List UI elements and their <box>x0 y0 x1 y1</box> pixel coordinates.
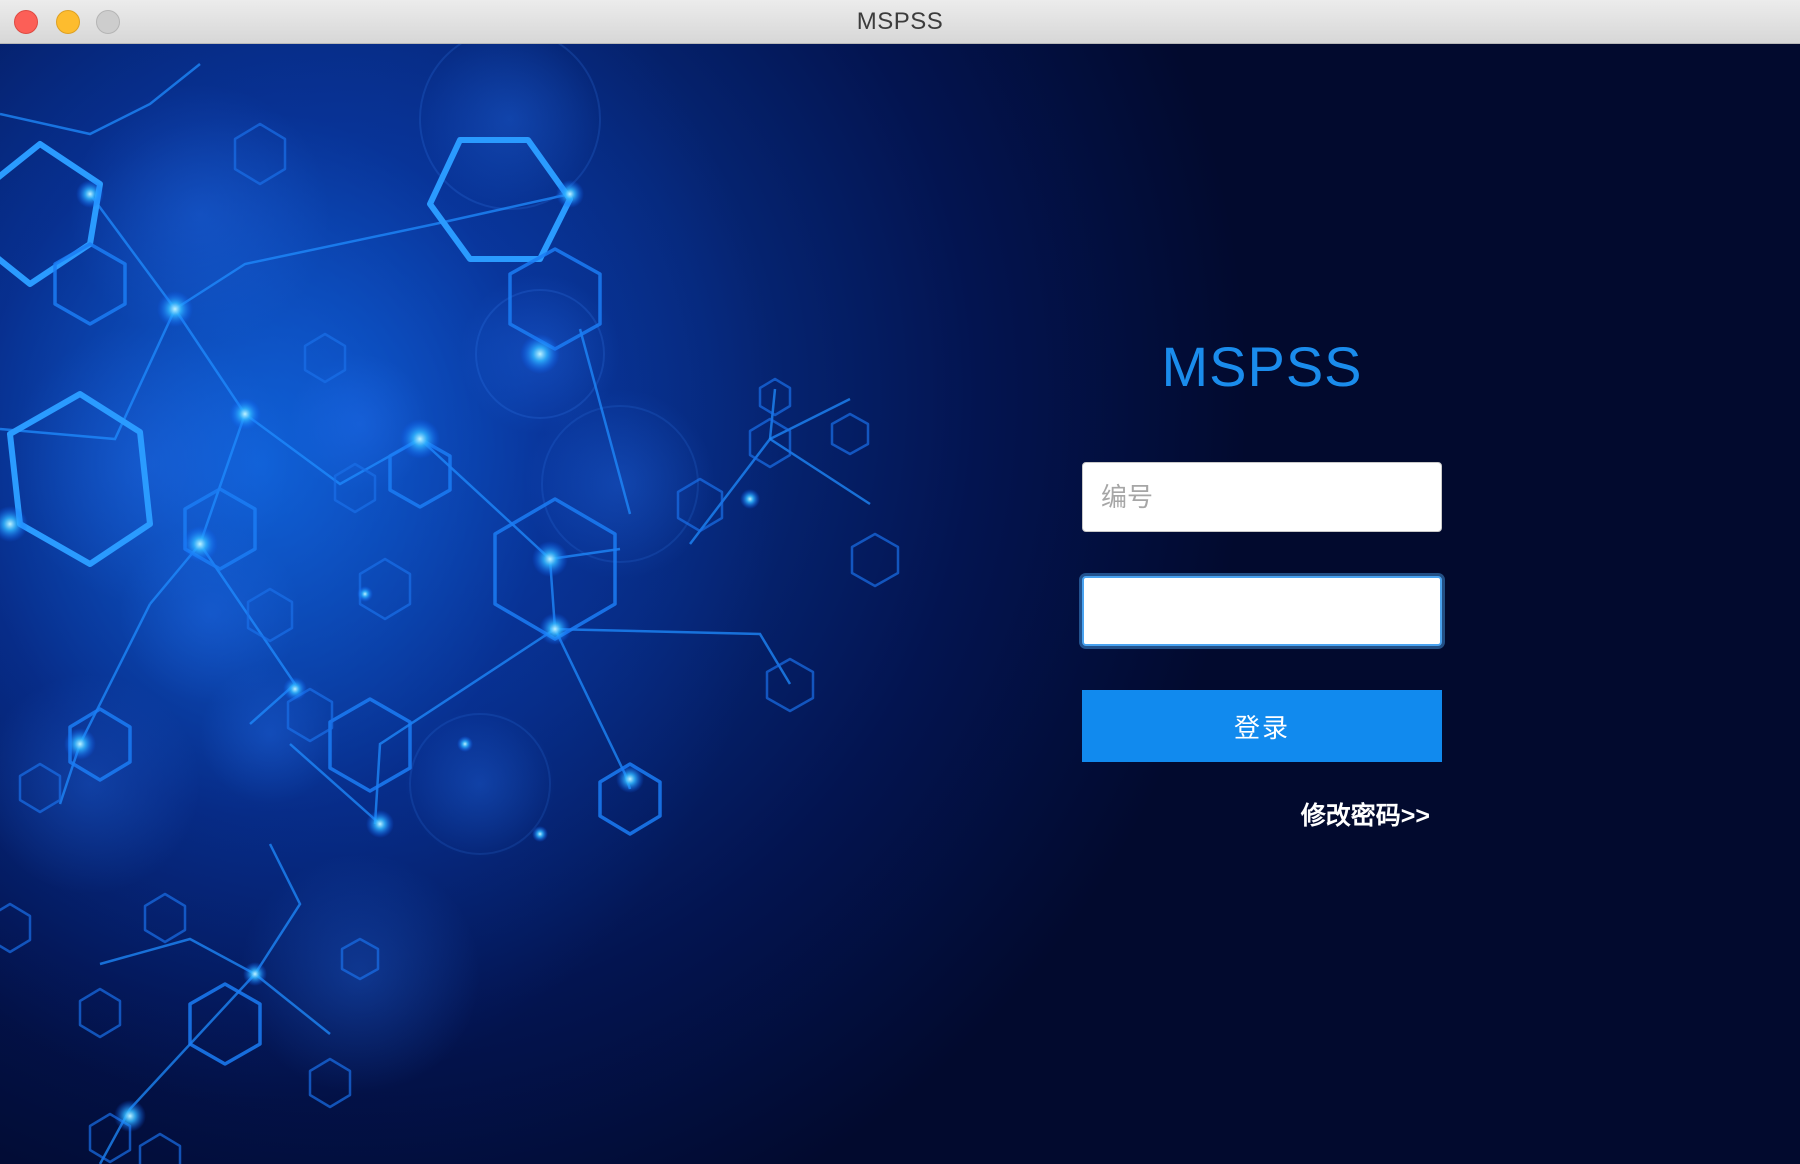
app-window: MSPSS MSPSS 编号 登录 修改密码>> <box>0 0 1800 1164</box>
password-input[interactable] <box>1082 576 1442 646</box>
change-password-link[interactable]: 修改密码>> <box>1280 796 1430 832</box>
employee-id-input[interactable] <box>1082 462 1442 532</box>
window-title: MSPSS <box>856 8 944 35</box>
title-bar[interactable]: MSPSS <box>0 0 1800 44</box>
app-title: MSPSS <box>1161 335 1363 398</box>
molecular-background <box>0 44 900 1164</box>
login-screen: MSPSS 登录 修改密码>> <box>0 44 1800 1164</box>
login-button[interactable]: 登录 <box>1082 690 1442 762</box>
